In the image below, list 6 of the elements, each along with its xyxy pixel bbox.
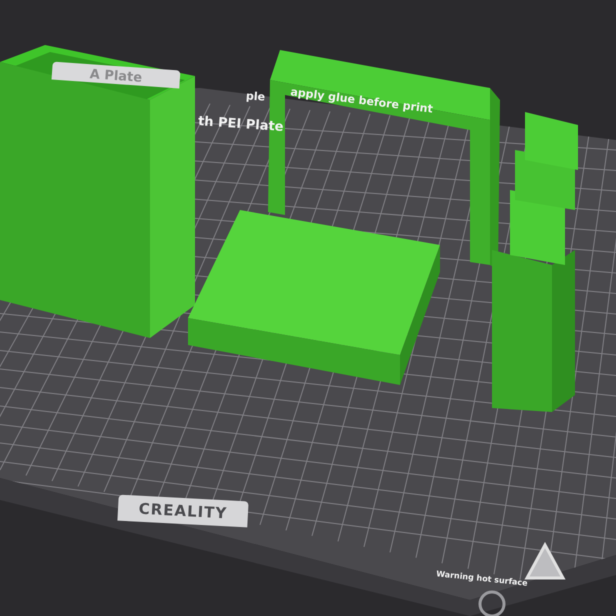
warning-label: Warning hot surface bbox=[436, 569, 528, 588]
warning-hot-surface-icon bbox=[524, 542, 566, 580]
fingerprint-icon bbox=[478, 590, 506, 616]
bed-note: apply glue before print bbox=[290, 85, 434, 116]
plate-type-label: th PEI Plate bbox=[198, 114, 284, 135]
bed-note: ple bbox=[246, 89, 266, 104]
